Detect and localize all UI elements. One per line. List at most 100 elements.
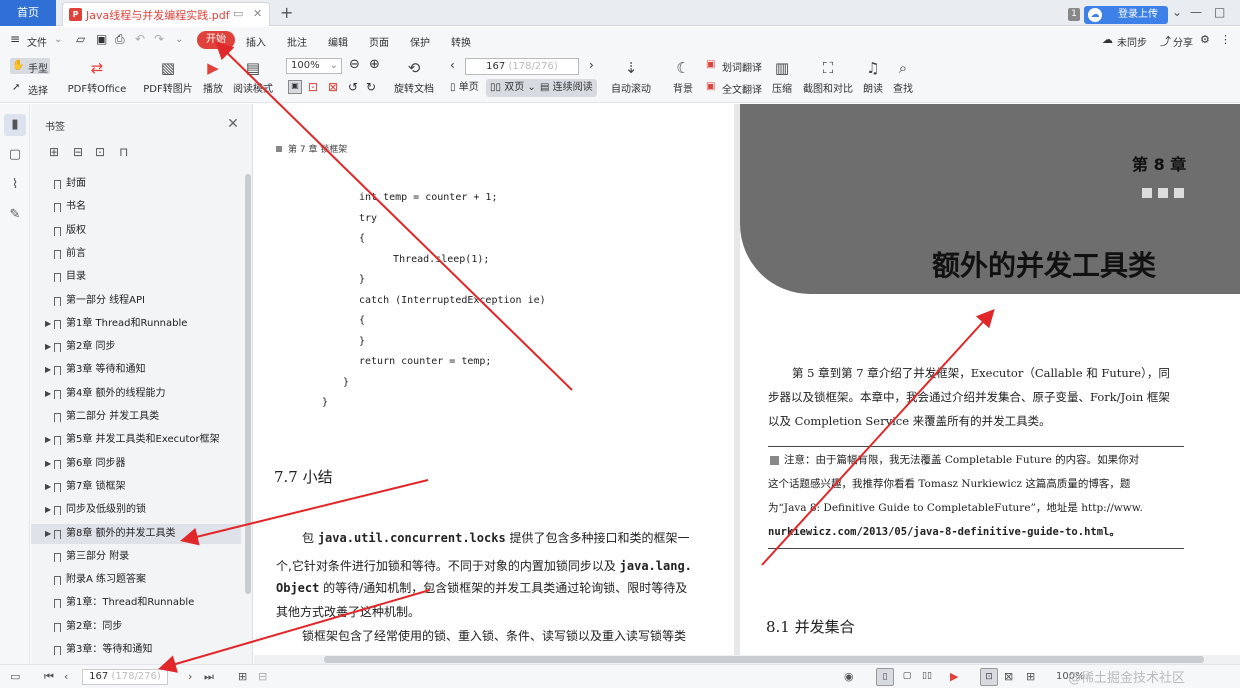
compress-button[interactable]: ▥ 压缩 bbox=[770, 58, 794, 95]
remove-page-icon[interactable]: ⊟ bbox=[258, 670, 267, 683]
bookmark-item[interactable]: 附录A 练习题答案 bbox=[31, 570, 241, 590]
prev-page-icon[interactable]: ‹ bbox=[64, 670, 68, 683]
login-upload-button[interactable]: ☁ 登录上传 bbox=[1084, 6, 1168, 24]
single-page-toggle[interactable]: ▯ 单页 bbox=[446, 79, 483, 97]
word-translate-button[interactable]: ▣ 划词翻译 bbox=[706, 58, 766, 74]
expand-arrow-icon[interactable]: ▶ bbox=[45, 454, 51, 474]
expand-arrow-icon[interactable]: ▶ bbox=[45, 524, 51, 544]
fit-width-icon[interactable]: ⊡ bbox=[308, 80, 318, 94]
next-page-icon[interactable]: › bbox=[188, 670, 192, 683]
double-page-view-icon[interactable]: ▯▯ bbox=[918, 668, 936, 686]
double-page-toggle[interactable]: ▯▯ 双页 ⌄ bbox=[486, 79, 540, 97]
next-page-icon[interactable]: › bbox=[589, 58, 594, 72]
eye-icon[interactable]: ◉ bbox=[844, 670, 854, 683]
bookmark-panel-icon[interactable]: ▮ bbox=[4, 114, 26, 136]
sync-status[interactable]: 未同步 bbox=[1117, 34, 1147, 49]
expand-arrow-icon[interactable]: ▶ bbox=[45, 500, 51, 520]
expand-all-icon[interactable]: ⊞ bbox=[49, 145, 59, 159]
signature-icon[interactable]: ✎ bbox=[6, 206, 24, 224]
bookmark-item[interactable]: 封面 bbox=[31, 174, 241, 194]
expand-arrow-icon[interactable]: ▶ bbox=[45, 430, 51, 450]
actual-size-icon[interactable]: ⊠ bbox=[328, 80, 338, 94]
menu-protect[interactable]: 保护 bbox=[410, 34, 430, 49]
redo-icon[interactable]: ↷ bbox=[154, 32, 164, 46]
page-number-input[interactable]: 167 (178/276) bbox=[465, 58, 579, 75]
bookmark-item[interactable]: 第3章：等待和通知 bbox=[31, 640, 241, 660]
thumbnail-panel-icon[interactable]: ▢ bbox=[6, 146, 24, 164]
open-folder-icon[interactable]: ▱ bbox=[76, 32, 85, 46]
background-button[interactable]: ☾ 背景 bbox=[666, 58, 700, 95]
fit-page-icon[interactable]: ▣ bbox=[288, 80, 302, 94]
read-aloud-button[interactable]: ♫ 朗读 bbox=[860, 58, 886, 95]
bookmark-item[interactable]: 前言 bbox=[31, 244, 241, 264]
close-tab-icon[interactable]: ✕ bbox=[253, 7, 262, 20]
page-view-icon[interactable]: ▢ bbox=[898, 668, 916, 686]
bookmark-item[interactable]: 第二部分 并发工具类 bbox=[31, 407, 241, 427]
zoom-out-icon[interactable]: ⊖ bbox=[349, 57, 360, 72]
bookmark-item[interactable]: ▶ 第4章 额外的线程能力 bbox=[31, 384, 241, 404]
hand-tool[interactable]: ✋ 手型 bbox=[10, 58, 50, 75]
menu-convert[interactable]: 转换 bbox=[451, 34, 471, 49]
new-tab-button[interactable]: + bbox=[280, 3, 293, 22]
screenshot-compare-button[interactable]: ⛶ 截图和对比 bbox=[800, 58, 856, 95]
auto-scroll-button[interactable]: ⇣ 自动滚动 bbox=[606, 58, 656, 95]
rotate-left-icon[interactable]: ↺ bbox=[348, 80, 358, 94]
chevron-down-icon[interactable]: ⌄ bbox=[175, 34, 183, 45]
bookmark-item[interactable]: 第2章：同步 bbox=[31, 617, 241, 637]
first-page-icon[interactable]: ⏮ bbox=[44, 670, 54, 684]
expand-arrow-icon[interactable]: ▶ bbox=[45, 360, 51, 380]
close-icon[interactable]: ✕ bbox=[223, 114, 243, 134]
add-bookmark-icon[interactable]: ⊡ bbox=[95, 145, 105, 159]
rotate-right-icon[interactable]: ↻ bbox=[366, 80, 376, 94]
pdf-to-image-button[interactable]: ▧ PDF转图片 bbox=[142, 58, 194, 95]
continuous-read-toggle[interactable]: ▤ 连续阅读 bbox=[536, 79, 597, 97]
prev-page-icon[interactable]: ‹ bbox=[450, 58, 455, 72]
fit-page-icon[interactable]: ⊡ bbox=[980, 668, 998, 686]
bookmark-item[interactable]: 书名 bbox=[31, 197, 241, 217]
chevron-down-icon[interactable]: ⌄ bbox=[1172, 5, 1182, 19]
bookmark-item[interactable]: ▶ 第8章 额外的并发工具类 bbox=[31, 523, 241, 544]
menu-file[interactable]: 文件 bbox=[27, 34, 47, 49]
bookmark-item[interactable]: 目录 bbox=[31, 267, 241, 287]
rotate-document-button[interactable]: ⟲ 旋转文档 bbox=[392, 58, 436, 95]
tab-home[interactable]: 首页 bbox=[0, 0, 56, 26]
bookmark-item[interactable]: ▶ 第7章 锁框架 bbox=[31, 477, 241, 497]
bookmark-item[interactable]: ▶ 第2章 同步 bbox=[31, 337, 241, 357]
find-button[interactable]: ⌕ 查找 bbox=[890, 58, 916, 95]
bookmark-item[interactable]: 第三部分 附录 bbox=[31, 547, 241, 567]
expand-arrow-icon[interactable]: ▶ bbox=[45, 477, 51, 497]
actual-size-icon[interactable]: ⊞ bbox=[1026, 670, 1035, 683]
maximize-icon[interactable]: □ bbox=[1214, 5, 1225, 19]
attachment-icon[interactable]: ⌇ bbox=[6, 176, 24, 194]
expand-arrow-icon[interactable]: ▶ bbox=[45, 314, 51, 334]
read-mode-button[interactable]: ▤ 阅读模式 bbox=[232, 58, 274, 95]
print-icon[interactable]: ⎙ bbox=[115, 32, 125, 47]
add-page-icon[interactable]: ⊞ bbox=[238, 670, 247, 683]
document-view[interactable]: 第 7 章 锁框架 int temp = counter + 1; try { Th… bbox=[254, 104, 1240, 655]
last-page-icon[interactable]: ⏭ bbox=[204, 670, 214, 684]
bookmark-item[interactable]: ▶ 同步及低级别的锁 bbox=[31, 500, 241, 520]
bookmark-outline-icon[interactable]: ⊓ bbox=[119, 145, 128, 159]
bookmark-item[interactable]: ▶ 第5章 并发工具类和Executor框架 bbox=[31, 430, 241, 450]
sidebar-toggle-icon[interactable]: ▭ bbox=[10, 670, 20, 683]
expand-arrow-icon[interactable]: ▶ bbox=[45, 337, 51, 357]
select-tool[interactable]: ➚ 选择 bbox=[10, 80, 50, 97]
menu-page[interactable]: 页面 bbox=[369, 34, 389, 49]
chevron-down-icon[interactable]: ⌄ bbox=[54, 34, 62, 45]
menu-annotate[interactable]: 批注 bbox=[287, 34, 307, 49]
scrollbar-thumb[interactable] bbox=[324, 656, 1204, 663]
expand-arrow-icon[interactable]: ▶ bbox=[45, 384, 51, 404]
pin-icon[interactable]: ▭ bbox=[233, 7, 243, 20]
bookmark-item[interactable]: ▶ 第6章 同步器 bbox=[31, 454, 241, 474]
play-icon[interactable]: ▶ bbox=[950, 670, 958, 683]
single-page-view-icon[interactable]: ▯ bbox=[876, 668, 894, 686]
share-button[interactable]: 分享 bbox=[1173, 34, 1193, 49]
settings-icon[interactable]: ⚙ bbox=[1200, 33, 1210, 46]
collapse-all-icon[interactable]: ⊟ bbox=[73, 145, 83, 159]
menu-start[interactable]: 开始 bbox=[197, 31, 235, 49]
minimize-icon[interactable]: — bbox=[1190, 5, 1202, 19]
bookmark-item[interactable]: ▶ 第3章 等待和通知 bbox=[31, 360, 241, 380]
status-page-input[interactable]: 167 (178/276) bbox=[82, 669, 168, 685]
zoom-select[interactable]: 100% ⌄ bbox=[286, 58, 342, 74]
horizontal-scrollbar[interactable] bbox=[254, 655, 1240, 664]
